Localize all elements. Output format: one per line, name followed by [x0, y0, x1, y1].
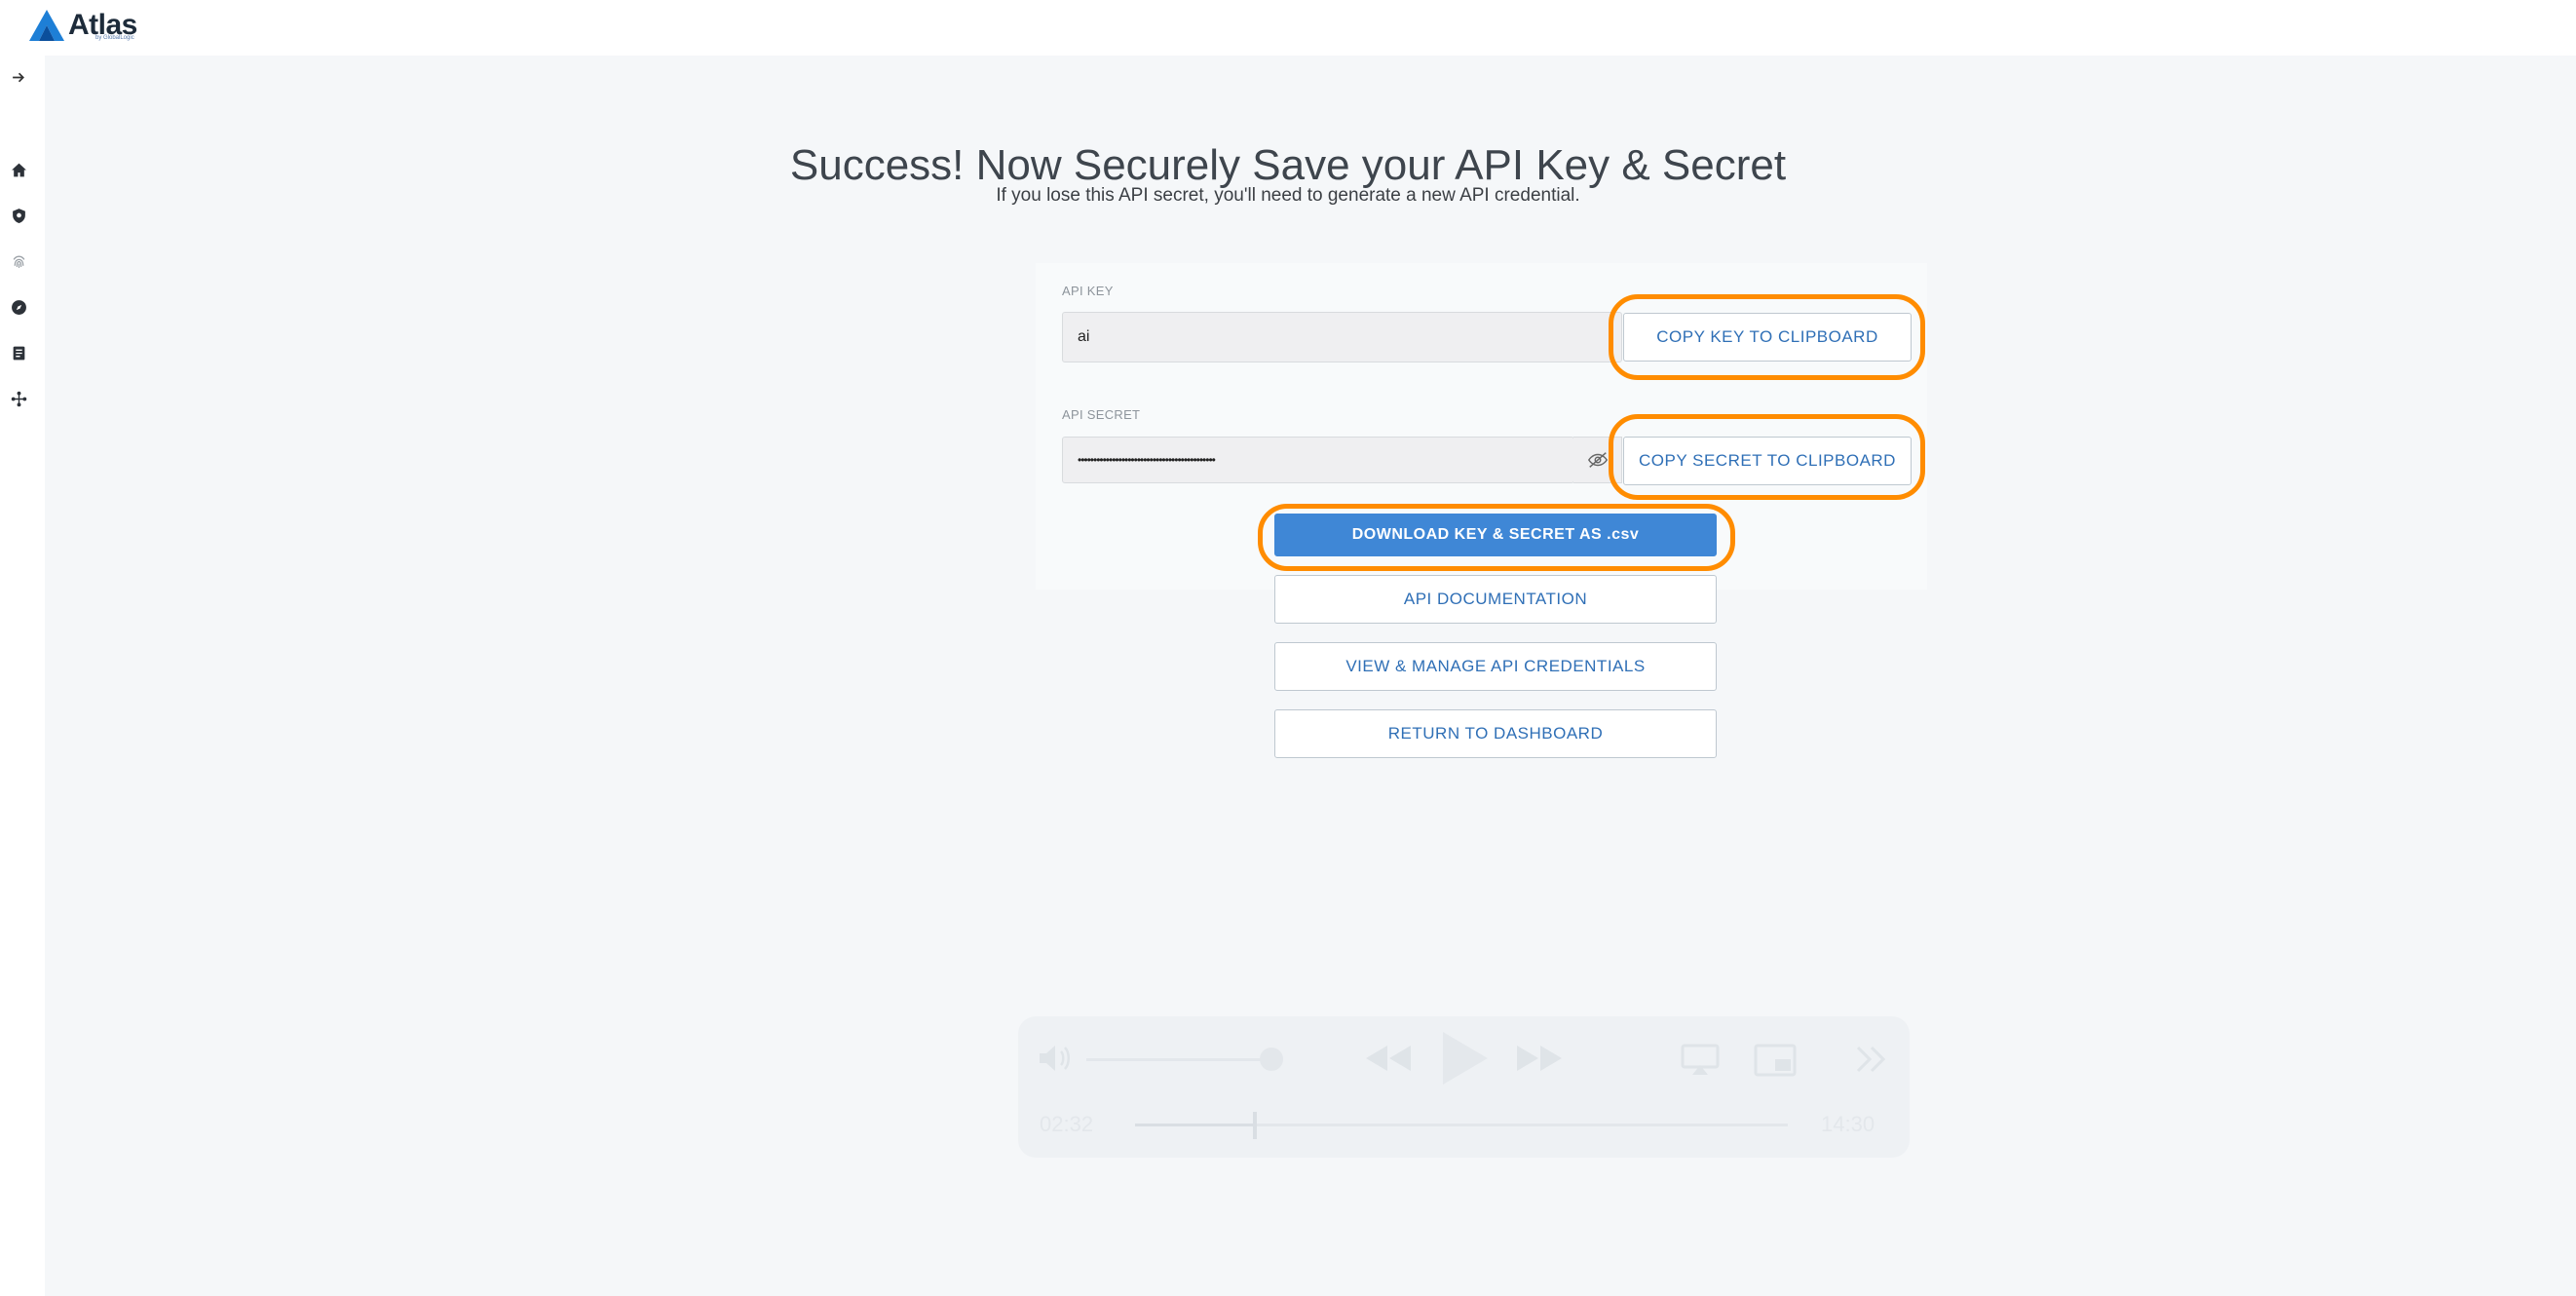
logo-subtext: by GlobalLogic	[95, 35, 134, 41]
sidebar	[0, 56, 45, 1296]
api-key-field[interactable]: ai	[1062, 312, 1622, 362]
atlas-logo-icon	[29, 10, 64, 41]
api-key-label: API KEY	[1062, 284, 1114, 298]
elapsed-time: 02:32	[1040, 1112, 1094, 1136]
api-secret-value: ••••••••••••••••••••••••••••••••••••••••…	[1078, 453, 1216, 467]
download-csv-button[interactable]: DOWNLOAD KEY & SECRET AS .csv	[1274, 514, 1717, 556]
fast-forward-icon[interactable]	[1515, 1044, 1564, 1073]
volume-track[interactable]	[1086, 1058, 1281, 1061]
api-secret-field[interactable]: ••••••••••••••••••••••••••••••••••••••••…	[1062, 437, 1574, 483]
shield-icon[interactable]	[9, 206, 28, 225]
top-bar: Atlas by GlobalLogic	[0, 0, 2576, 56]
airplay-icon[interactable]	[1681, 1044, 1720, 1077]
api-secret-label: API SECRET	[1062, 407, 1141, 422]
copy-secret-button[interactable]: COPY SECRET TO CLIPBOARD	[1623, 437, 1912, 485]
eye-off-icon	[1587, 452, 1608, 468]
total-time: 14:30	[1821, 1112, 1875, 1136]
network-icon[interactable]	[9, 389, 28, 408]
volume-knob[interactable]	[1260, 1048, 1283, 1071]
api-key-value: ai	[1078, 328, 1090, 345]
skip-icon[interactable]	[1854, 1046, 1887, 1073]
compass-icon[interactable]	[9, 297, 28, 317]
seek-handle[interactable]	[1252, 1112, 1257, 1139]
return-dashboard-button[interactable]: RETURN TO DASHBOARD	[1274, 709, 1717, 758]
fingerprint-icon[interactable]	[9, 251, 28, 271]
video-controls: 02:32 14:30	[1018, 1016, 1910, 1158]
seek-progress	[1135, 1124, 1253, 1126]
play-icon[interactable]	[1437, 1030, 1492, 1086]
manage-credentials-button[interactable]: VIEW & MANAGE API CREDENTIALS	[1274, 642, 1717, 691]
toggle-visibility-button[interactable]	[1573, 437, 1622, 483]
expand-arrow-icon[interactable]	[9, 67, 28, 87]
picture-in-picture-icon[interactable]	[1754, 1044, 1797, 1077]
document-icon[interactable]	[9, 343, 28, 362]
page-subtitle: If you lose this API secret, you'll need…	[996, 185, 1580, 206]
volume-icon[interactable]	[1038, 1044, 1073, 1073]
page-title: Success! Now Securely Save your API Key …	[789, 141, 1787, 190]
rewind-icon[interactable]	[1364, 1044, 1413, 1073]
copy-key-button[interactable]: COPY KEY TO CLIPBOARD	[1623, 313, 1912, 362]
api-documentation-button[interactable]: API DOCUMENTATION	[1274, 575, 1717, 624]
